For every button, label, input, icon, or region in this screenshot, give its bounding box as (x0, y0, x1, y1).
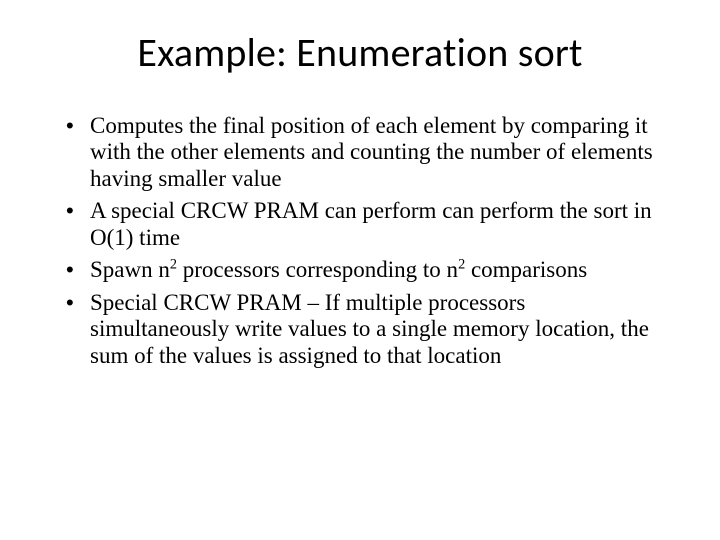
list-item: A special CRCW PRAM can perform can perf… (62, 198, 658, 251)
slide-title: Example: Enumeration sort (62, 28, 658, 77)
bullet-list: Computes the final position of each elem… (62, 113, 658, 369)
list-item: Special CRCW PRAM – If multiple processo… (62, 290, 658, 369)
list-item: Spawn n2 processors corresponding to n2 … (62, 257, 658, 283)
list-item: Computes the final position of each elem… (62, 113, 658, 192)
slide: Example: Enumeration sort Computes the f… (0, 0, 720, 540)
